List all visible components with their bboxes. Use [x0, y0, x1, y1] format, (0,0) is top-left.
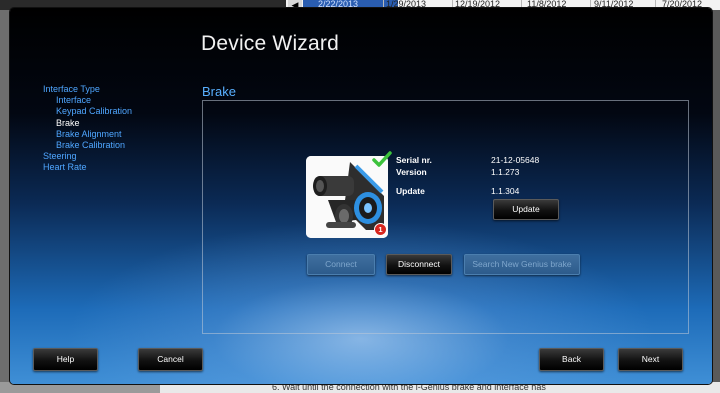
step-keypad-calibration[interactable]: Keypad Calibration [43, 106, 132, 117]
update-label: Update [396, 186, 425, 196]
search-brake-button[interactable]: Search New Genius brake [464, 254, 580, 275]
back-button[interactable]: Back [539, 348, 604, 371]
wizard-steps-nav: Interface Type Interface Keypad Calibrat… [43, 84, 132, 174]
step-brake[interactable]: Brake [43, 118, 132, 129]
serial-value: 21-12-05648 [491, 155, 540, 165]
dialog-title: Device Wizard [201, 32, 339, 55]
update-value: 1.1.304 [491, 186, 520, 196]
step-brake-calibration[interactable]: Brake Calibration [43, 140, 132, 151]
version-value: 1.1.273 [491, 167, 520, 177]
step-interface[interactable]: Interface [43, 95, 132, 106]
step-steering[interactable]: Steering [43, 151, 132, 162]
brake-panel [202, 100, 689, 334]
version-label: Version [396, 167, 427, 177]
update-badge: 1 [374, 223, 387, 236]
device-wizard-dialog: Device Wizard Interface Type Interface K… [10, 8, 712, 384]
check-icon [372, 151, 392, 167]
connect-button[interactable]: Connect [307, 254, 375, 275]
step-brake-alignment[interactable]: Brake Alignment [43, 129, 132, 140]
section-title: Brake [202, 84, 236, 99]
help-button[interactable]: Help [33, 348, 98, 371]
update-button[interactable]: Update [493, 199, 559, 220]
host-edge [712, 10, 720, 382]
disconnect-button[interactable]: Disconnect [386, 254, 452, 275]
step-interface-type[interactable]: Interface Type [43, 84, 132, 95]
next-button[interactable]: Next [618, 348, 683, 371]
step-heart-rate[interactable]: Heart Rate [43, 162, 132, 173]
cancel-button[interactable]: Cancel [138, 348, 203, 371]
serial-label: Serial nr. [396, 155, 432, 165]
